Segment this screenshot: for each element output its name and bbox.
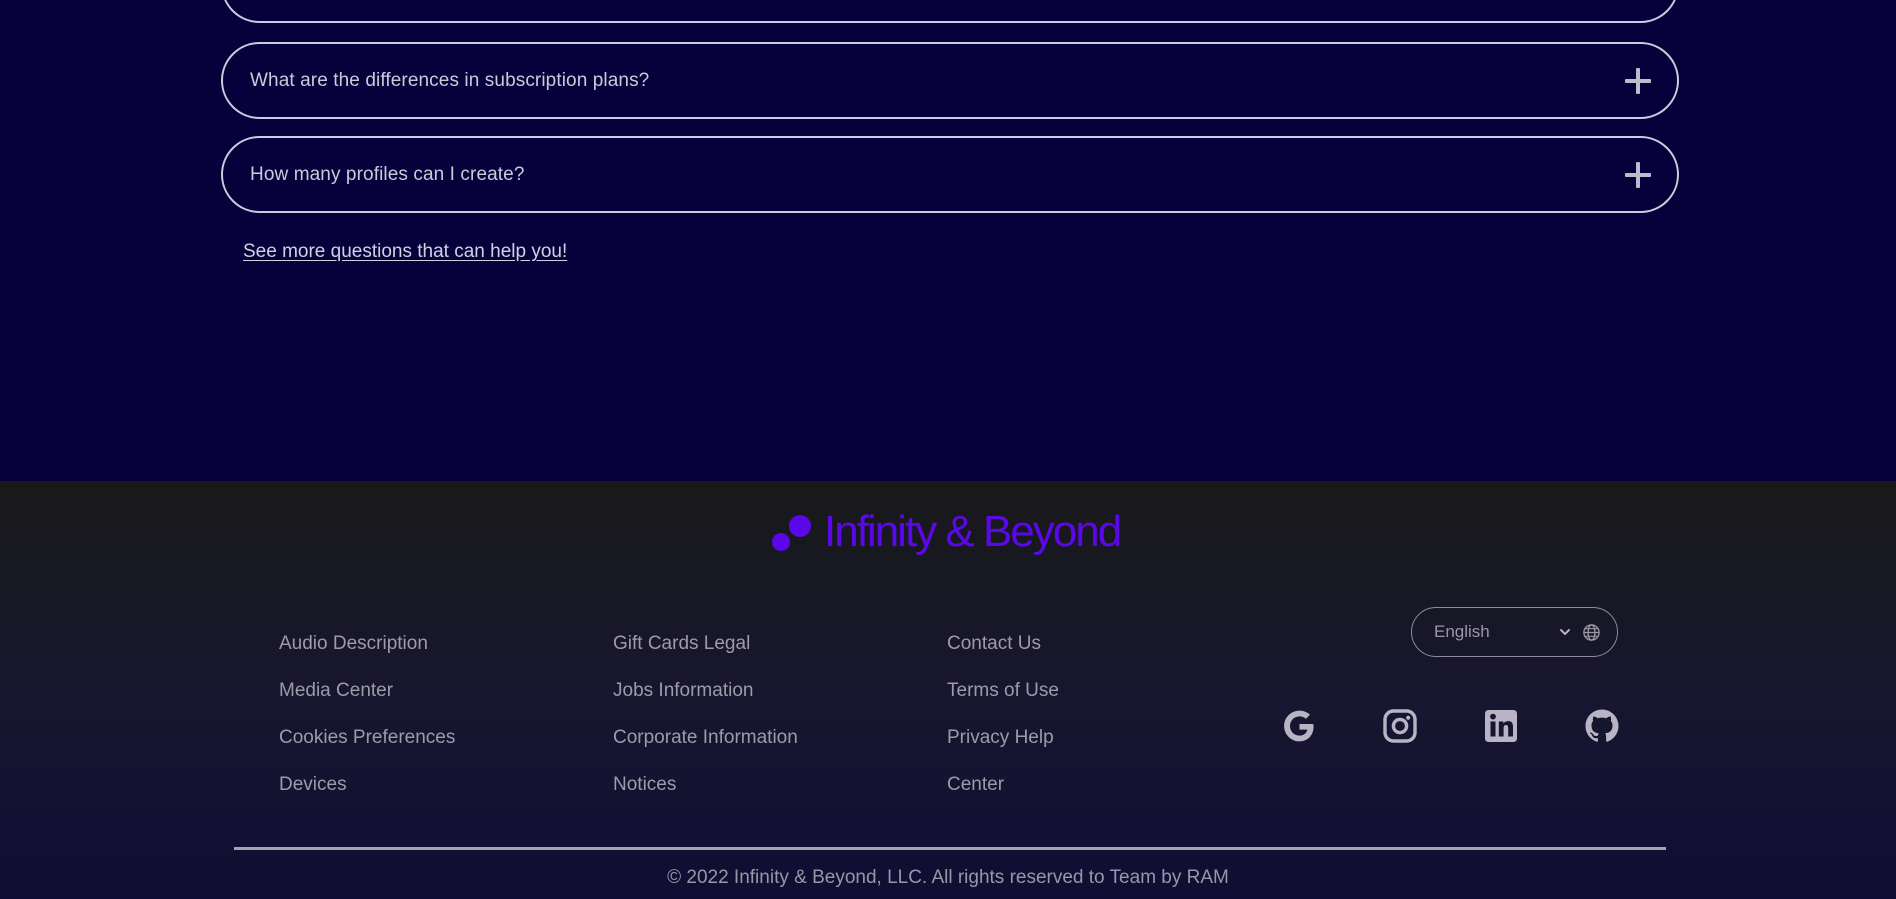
- language-select[interactable]: English: [1411, 607, 1618, 657]
- footer-links-column-2: Gift Cards Legal Jobs Information Corpor…: [613, 633, 798, 821]
- footer-link-privacy-help[interactable]: Privacy Help: [947, 727, 1059, 774]
- github-icon[interactable]: [1583, 707, 1621, 745]
- footer-link-corporate-information[interactable]: Corporate Information: [613, 727, 798, 774]
- social-links: [1280, 707, 1620, 747]
- footer-link-center[interactable]: Center: [947, 774, 1059, 821]
- footer-link-gift-cards-legal[interactable]: Gift Cards Legal: [613, 633, 798, 680]
- faq-item-partial[interactable]: [221, 0, 1679, 23]
- plus-icon[interactable]: [1625, 161, 1651, 188]
- faq-question: What are the differences in subscription…: [250, 69, 650, 91]
- see-more-questions-link[interactable]: See more questions that can help you!: [243, 241, 567, 263]
- linkedin-icon[interactable]: [1482, 707, 1520, 745]
- faq-section: What are the differences in subscription…: [0, 0, 1896, 481]
- footer-link-jobs-information[interactable]: Jobs Information: [613, 680, 798, 727]
- globe-icon: [1583, 623, 1600, 641]
- google-icon[interactable]: [1280, 707, 1318, 745]
- footer-link-audio-description[interactable]: Audio Description: [279, 633, 455, 680]
- footer-link-terms-of-use[interactable]: Terms of Use: [947, 680, 1059, 727]
- faq-question: How many profiles can I create?: [250, 163, 525, 185]
- instagram-icon[interactable]: [1381, 707, 1419, 745]
- plus-icon[interactable]: [1625, 67, 1651, 94]
- chevron-down-icon: [1560, 629, 1570, 635]
- footer-link-devices[interactable]: Devices: [279, 774, 455, 821]
- footer-link-cookies-preferences[interactable]: Cookies Preferences: [279, 727, 455, 774]
- footer-links-column-1: Audio Description Media Center Cookies P…: [279, 633, 455, 821]
- logo-mark-icon: [772, 510, 812, 554]
- footer-links-column-3: Contact Us Terms of Use Privacy Help Cen…: [947, 633, 1059, 821]
- footer-divider: [234, 847, 1666, 850]
- brand-logo[interactable]: Infinity & Beyond: [772, 505, 1122, 559]
- footer-link-notices[interactable]: Notices: [613, 774, 798, 821]
- faq-item[interactable]: How many profiles can I create?: [221, 136, 1679, 213]
- footer: Infinity & Beyond Audio Description Medi…: [0, 481, 1896, 899]
- language-value: English: [1434, 622, 1490, 641]
- brand-name: Infinity & Beyond: [824, 507, 1122, 556]
- footer-link-media-center[interactable]: Media Center: [279, 680, 455, 727]
- copyright: © 2022 Infinity & Beyond, LLC. All right…: [667, 867, 1229, 888]
- faq-item[interactable]: What are the differences in subscription…: [221, 42, 1679, 119]
- footer-link-contact-us[interactable]: Contact Us: [947, 633, 1059, 680]
